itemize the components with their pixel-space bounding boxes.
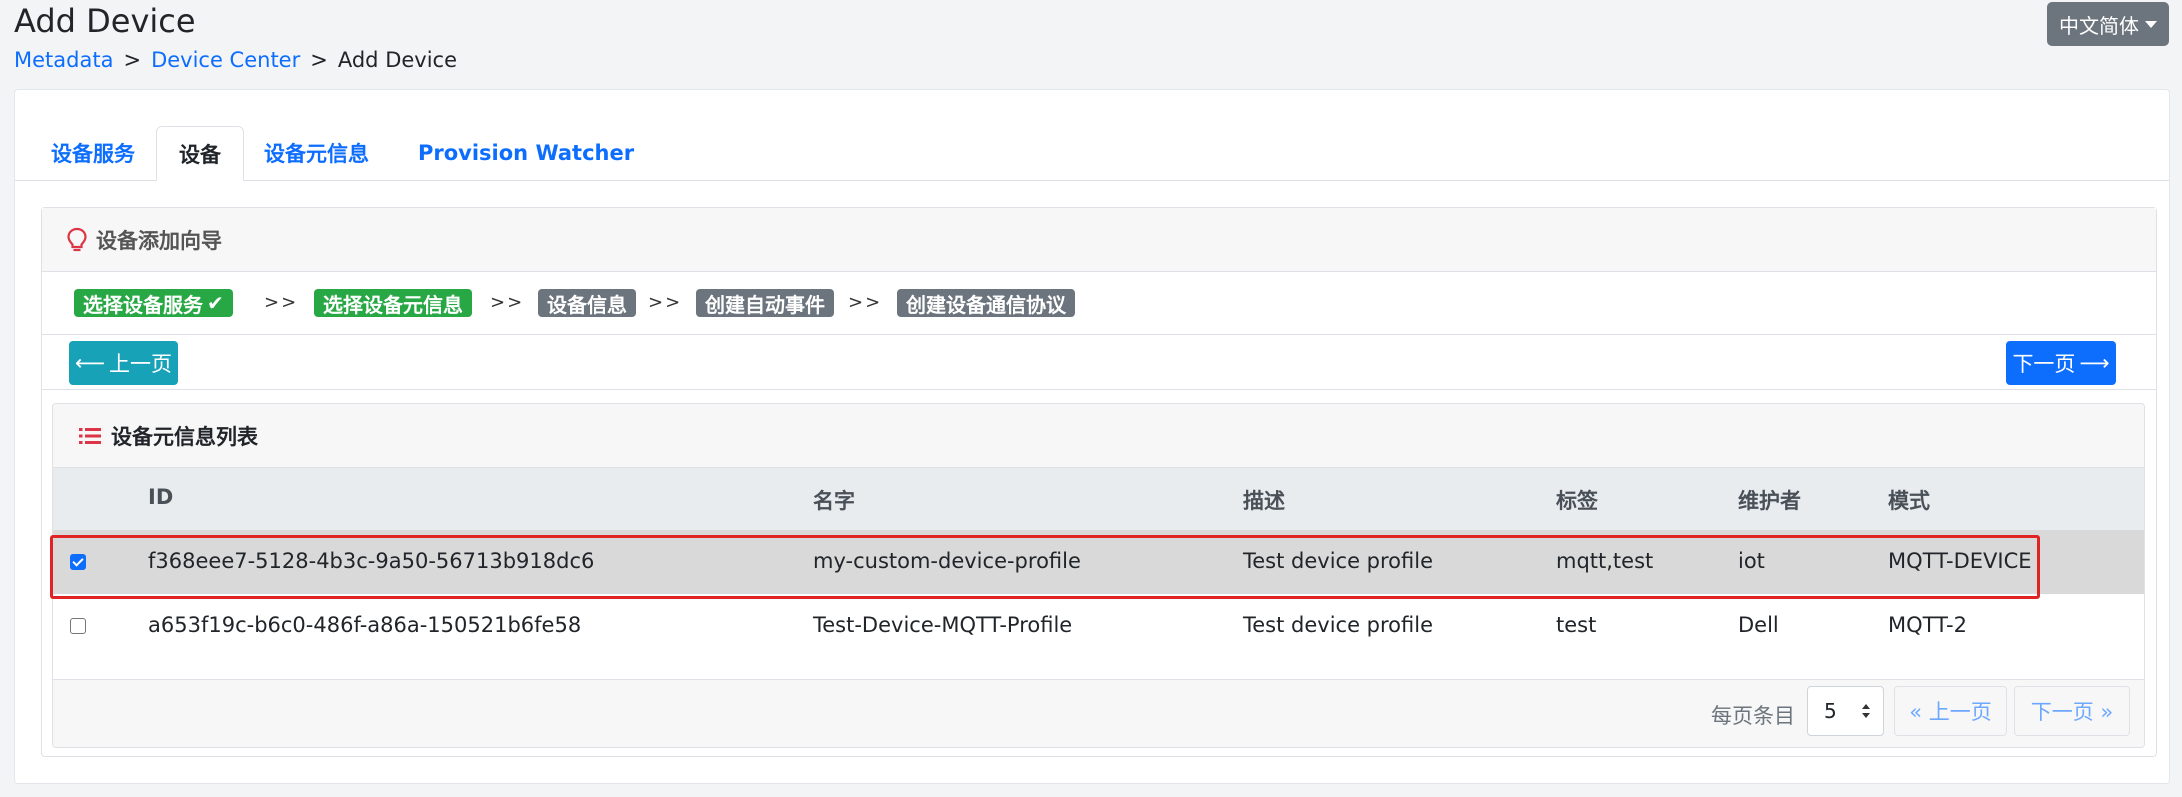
per-page-select[interactable]: 5 <box>1807 686 1884 736</box>
breadcrumb-device-center-link[interactable]: Device Center <box>151 48 300 72</box>
table-row[interactable]: f368eee7-5128-4b3c-9a50-56713b918dc6 my-… <box>53 530 2144 594</box>
cell-labels: mqtt,test <box>1556 549 1654 573</box>
table-row[interactable]: a653f19c-b6c0-486f-a86a-150521b6fe58 Tes… <box>53 594 2144 658</box>
table-header: ID 名字 描述 标签 维护者 模式 <box>53 468 2144 530</box>
profile-list-header: 设备元信息列表 <box>53 404 2144 468</box>
cell-labels: test <box>1556 613 1597 637</box>
next-page-button[interactable]: 下一页 » <box>2014 686 2130 736</box>
per-page-value: 5 <box>1824 699 1837 723</box>
step-create-protocols: 创建设备通信协议 <box>897 289 1075 317</box>
step-separator: >> <box>848 292 883 313</box>
select-arrows-icon <box>1862 704 1870 718</box>
tab-bar: 设备服务 设备 设备元信息 Provision Watcher <box>15 126 2169 181</box>
breadcrumb-separator: > <box>310 48 328 72</box>
wizard-header: 设备添加向导 <box>42 208 2156 272</box>
cell-manufacturer: iot <box>1738 549 1765 573</box>
column-header-manufacturer: 维护者 <box>1738 489 1801 513</box>
tab-device-profile[interactable]: 设备元信息 <box>242 126 391 180</box>
row-checkbox[interactable] <box>70 554 86 570</box>
page-title: Add Device <box>14 2 196 40</box>
cell-id: f368eee7-5128-4b3c-9a50-56713b918dc6 <box>148 549 595 573</box>
cell-model: MQTT-DEVICE <box>1888 549 2032 573</box>
wizard-nav: ⟵ 上一页 下一页 ⟶ <box>42 335 2156 390</box>
step-label: 选择设备服务 <box>83 292 203 317</box>
step-separator: >> <box>490 292 525 313</box>
column-header-labels: 标签 <box>1556 489 1598 513</box>
wizard-title: 设备添加向导 <box>96 228 222 253</box>
next-step-label: 下一页 <box>2012 352 2076 376</box>
arrow-left-icon: ⟵ <box>74 351 106 375</box>
language-dropdown-button[interactable]: 中文简体 <box>2047 2 2169 46</box>
row-checkbox[interactable] <box>70 618 86 634</box>
prev-step-button[interactable]: ⟵ 上一页 <box>69 341 178 385</box>
step-separator: >> <box>648 292 683 313</box>
page-header: Add Device Metadata > Device Center > Add De… <box>0 0 2182 88</box>
breadcrumb-separator: > <box>123 48 142 72</box>
table-footer: 每页条目 5 « 上一页 下一页 » <box>53 679 2144 747</box>
device-add-wizard: 设备添加向导 选择设备服务 ✔ >> 选择设备元信息 >> 设备信息 >> 创建… <box>41 207 2157 757</box>
tab-device-service[interactable]: 设备服务 <box>29 126 157 180</box>
prev-page-button[interactable]: « 上一页 <box>1894 686 2007 736</box>
language-label: 中文简体 <box>2059 13 2139 38</box>
column-header-model: 模式 <box>1888 489 1930 513</box>
cell-id: a653f19c-b6c0-486f-a86a-150521b6fe58 <box>148 613 582 637</box>
cell-model: MQTT-2 <box>1888 613 1967 637</box>
column-header-id: ID <box>148 485 174 509</box>
cell-manufacturer: Dell <box>1738 613 1779 637</box>
check-icon: ✔ <box>207 291 224 315</box>
tab-provision-watcher[interactable]: Provision Watcher <box>396 126 656 180</box>
tab-device[interactable]: 设备 <box>156 126 244 181</box>
cell-description: Test device profile <box>1243 549 1434 573</box>
list-icon <box>79 427 101 444</box>
step-create-auto-events: 创建自动事件 <box>696 289 834 317</box>
lightbulb-icon <box>67 227 87 251</box>
profile-list-title: 设备元信息列表 <box>111 424 258 449</box>
arrow-right-icon: ⟶ <box>2079 351 2110 375</box>
wizard-steps: 选择设备服务 ✔ >> 选择设备元信息 >> 设备信息 >> 创建自动事件 >>… <box>42 272 2156 335</box>
breadcrumb-metadata-link[interactable]: Metadata <box>14 48 113 72</box>
cell-name: my-custom-device-profile <box>813 549 1081 573</box>
profile-list-card: 设备元信息列表 ID 名字 描述 标签 维护者 模式 f368eee7-5128… <box>52 403 2145 748</box>
next-step-button[interactable]: 下一页 ⟶ <box>2006 341 2116 385</box>
cell-description: Test device profile <box>1243 613 1434 637</box>
column-header-description: 描述 <box>1243 489 1285 513</box>
step-select-device-service: 选择设备服务 ✔ <box>74 289 233 317</box>
caret-down-icon <box>2145 20 2157 28</box>
step-separator: >> <box>264 292 299 313</box>
column-header-name: 名字 <box>813 489 855 513</box>
cell-name: Test-Device-MQTT-Profile <box>813 613 1073 637</box>
main-card: 设备服务 设备 设备元信息 Provision Watcher 设备添加向导 选… <box>14 89 2170 784</box>
breadcrumb: Metadata > Device Center > Add Device <box>14 48 457 72</box>
step-select-device-profile: 选择设备元信息 <box>314 289 472 317</box>
prev-step-label: 上一页 <box>109 352 173 376</box>
step-device-info: 设备信息 <box>538 289 636 317</box>
per-page-label: 每页条目 <box>1711 704 1795 728</box>
breadcrumb-current: Add Device <box>337 48 458 72</box>
